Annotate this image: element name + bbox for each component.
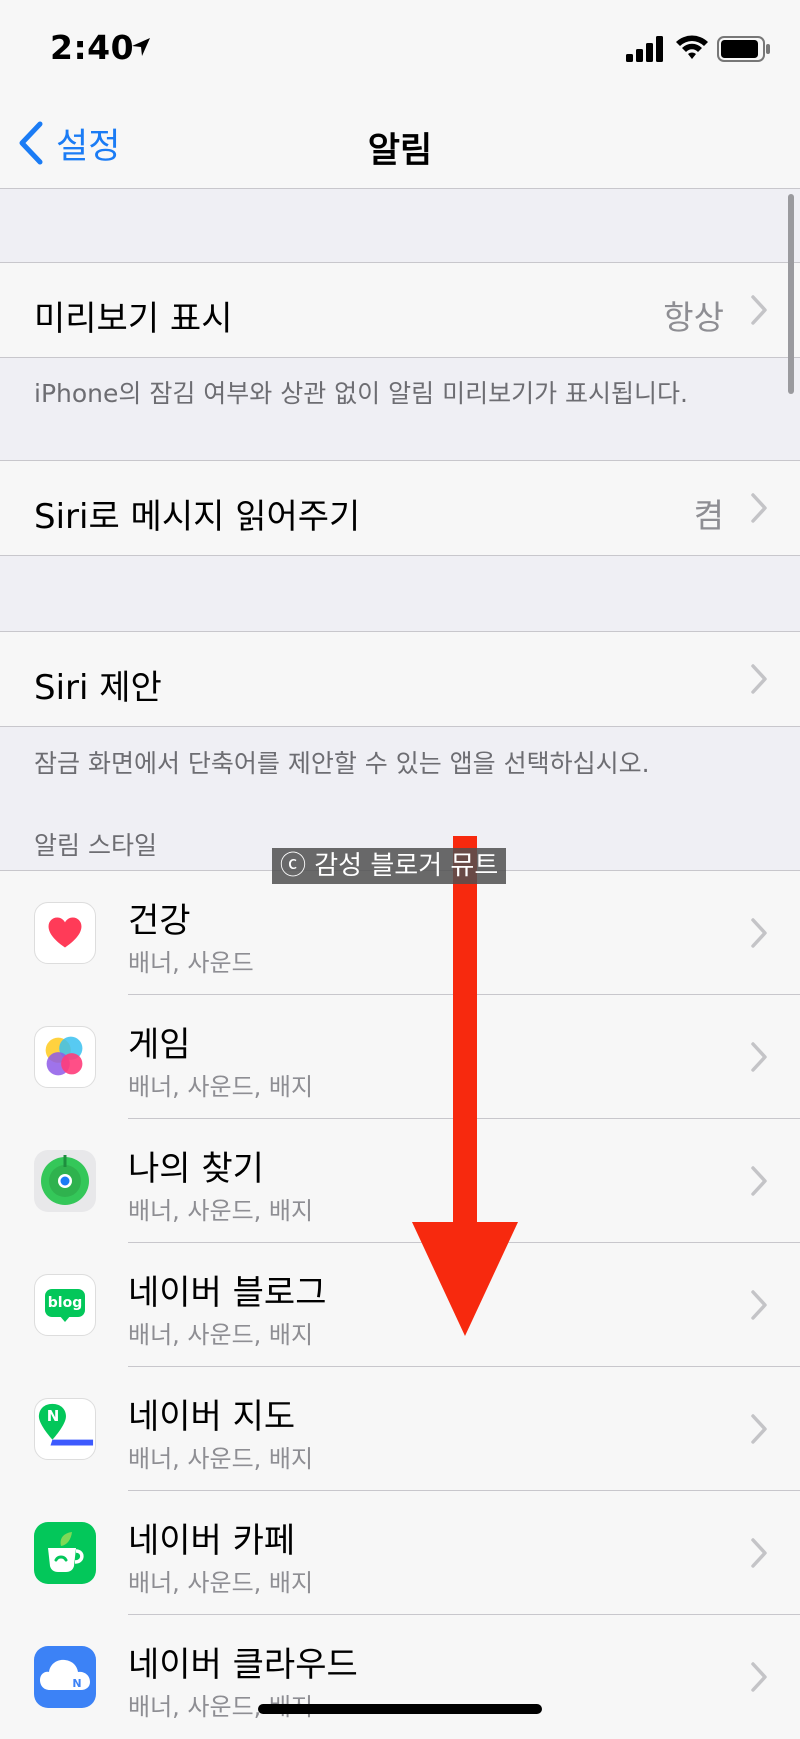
chevron-right-icon (751, 1166, 767, 1196)
home-indicator[interactable] (258, 1704, 542, 1714)
siri-read-messages-row[interactable]: Siri로 메시지 읽어주기 켬 (0, 460, 800, 556)
naver-blog-badge-tail (59, 1315, 71, 1322)
status-bar: 2:40 (0, 0, 800, 100)
chevron-right-icon (751, 664, 767, 694)
app-notification-types: 배너, 사운드, 배지 (128, 1073, 314, 1101)
app-name: 네이버 클라우드 (128, 1645, 358, 1685)
app-notification-types: 배너, 사운드, 배지 (128, 1569, 314, 1597)
scrollbar[interactable] (788, 194, 794, 394)
app-name: 게임 (128, 1025, 191, 1065)
app-notification-types: 배너, 사운드, 배지 (128, 1197, 314, 1225)
siri-suggest-label: Siri 제안 (34, 668, 162, 708)
naver-blog-icon: blog (34, 1274, 96, 1336)
chevron-right-icon (751, 1290, 767, 1320)
scroll-down-arrow-icon (412, 836, 518, 1336)
chevron-right-icon (751, 1414, 767, 1444)
chevron-right-icon (751, 1538, 767, 1568)
chevron-right-icon (751, 1042, 767, 1072)
battery-icon (717, 36, 770, 62)
cellular-signal-icon (626, 36, 663, 62)
location-arrow-icon (132, 38, 150, 56)
chevron-right-icon (751, 1662, 767, 1692)
siri-read-label: Siri로 메시지 읽어주기 (34, 497, 361, 537)
preview-row[interactable]: 미리보기 표시 항상 (0, 262, 800, 358)
chevron-right-icon (751, 918, 767, 948)
app-name: 나의 찾기 (128, 1149, 264, 1189)
app-notification-types: 배너, 사운드 (128, 949, 254, 977)
siri-suggestions-row[interactable]: Siri 제안 (0, 631, 800, 727)
naver-cloud-icon: N (34, 1646, 96, 1708)
naver-cloud-letter: N (72, 1677, 82, 1690)
siri-suggest-footer: 잠금 화면에서 단축어를 제안할 수 있는 앱을 선택하십시오. (34, 749, 650, 778)
naver-map-letter: N (46, 1407, 60, 1425)
app-notification-types: 배너, 사운드, 배지 (128, 1445, 314, 1473)
preview-label: 미리보기 표시 (34, 299, 233, 339)
app-name: 네이버 블로그 (128, 1273, 327, 1313)
app-row-naver-cafe[interactable]: 네이버 카페 배너, 사운드, 배지 (0, 1491, 800, 1615)
chevron-right-icon (751, 295, 767, 325)
preview-value: 항상 (663, 298, 724, 337)
preview-footer: iPhone의 잠김 여부와 상관 없이 알림 미리보기가 표시됩니다. (34, 379, 688, 408)
app-row-naver-map[interactable]: N 네이버 지도 배너, 사운드, 배지 (0, 1367, 800, 1491)
app-row-naver-cloud[interactable]: N 네이버 클라우드 배너, 사운드, 배지 (0, 1615, 800, 1739)
navigation-bar: 설정 알림 (0, 100, 800, 189)
page-title: 알림 (367, 131, 433, 171)
status-time: 2:40 (50, 28, 135, 67)
app-notification-types: 배너, 사운드, 배지 (128, 1321, 314, 1349)
health-icon (34, 902, 96, 964)
chevron-right-icon (751, 493, 767, 523)
game-center-icon (34, 1026, 96, 1088)
section-header-notification-style: 알림 스타일 (34, 831, 157, 860)
app-name: 건강 (128, 901, 191, 941)
wifi-icon (676, 35, 708, 59)
app-name: 네이버 카페 (128, 1521, 296, 1561)
app-name: 네이버 지도 (128, 1397, 296, 1437)
naver-blog-badge: blog (45, 1289, 85, 1317)
find-my-icon (34, 1150, 96, 1212)
naver-map-icon: N (34, 1398, 96, 1460)
watermark: ⓒ 감성 블로거 뮤트 (272, 848, 507, 884)
naver-cafe-icon (34, 1522, 96, 1584)
siri-read-value: 켬 (693, 496, 724, 535)
